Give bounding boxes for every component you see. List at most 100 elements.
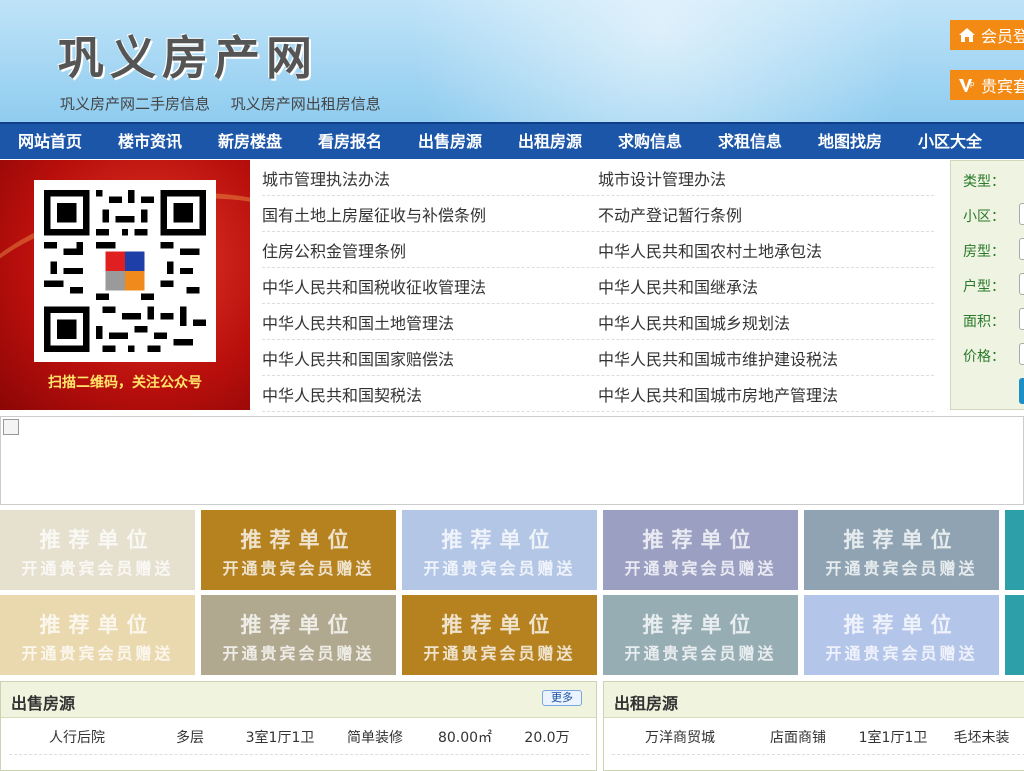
- nav-home[interactable]: 网站首页: [0, 124, 100, 159]
- recommend-tile[interactable]: 推荐单位 开通贵宾会员赠送: [0, 595, 195, 675]
- recommend-tile[interactable]: [1005, 595, 1024, 675]
- news-link[interactable]: 国有土地上房屋征收与补偿条例: [262, 202, 598, 226]
- listing-building-type: 多层: [176, 729, 204, 746]
- sale-panel-header: 出售房源 更多: [1, 682, 596, 718]
- tile-subtitle: 开通贵宾会员赠送: [222, 644, 375, 663]
- svg-text:ip: ip: [968, 80, 975, 88]
- list-item: 城市管理执法办法 城市设计管理办法: [262, 160, 934, 196]
- policy-news-list: 城市管理执法办法 城市设计管理办法 国有土地上房屋征收与补偿条例 不动产登记暂行…: [250, 160, 940, 412]
- listing-building-type: 店面商铺: [770, 729, 826, 746]
- member-login-label: 会员登: [981, 27, 1024, 46]
- search-community-label: 小区：: [963, 209, 1005, 225]
- ad-banner-placeholder[interactable]: [0, 416, 1024, 505]
- nav-market-news[interactable]: 楼市资讯: [100, 124, 200, 159]
- link-rental-info[interactable]: 巩义房产网出租房信息: [231, 95, 381, 113]
- nav-map-search[interactable]: 地图找房: [800, 124, 900, 159]
- nav-for-rent[interactable]: 出租房源: [500, 124, 600, 159]
- tile-title: 推荐单位: [843, 613, 960, 637]
- tile-subtitle: 开通贵宾会员赠送: [21, 644, 174, 663]
- listing-community[interactable]: 万洋商贸城: [612, 727, 748, 747]
- nav-more[interactable]: 中: [1000, 124, 1024, 159]
- news-link[interactable]: 中华人民共和国城市房地产管理法: [598, 382, 934, 406]
- recommend-tile[interactable]: 推荐单位开通贵宾会员赠送: [402, 510, 597, 590]
- nav-for-sale[interactable]: 出售房源: [400, 124, 500, 159]
- search-price-select[interactable]: [1019, 343, 1024, 365]
- news-link[interactable]: 住房公积金管理条例: [262, 238, 598, 262]
- vip-package-label: 贵宾套: [981, 77, 1024, 96]
- search-room-type-label: 房型：: [963, 244, 1005, 260]
- broken-image-icon: [3, 419, 19, 435]
- recommend-tile[interactable]: 推荐单位开通贵宾会员赠送: [402, 595, 597, 675]
- nav-new-homes[interactable]: 新房楼盘: [200, 124, 300, 159]
- rent-panel-header: 出租房源: [604, 682, 1024, 718]
- recommend-tile[interactable]: 推荐单位开通贵宾会员赠送: [603, 595, 798, 675]
- tile-subtitle: 开通贵宾会员赠送: [624, 644, 777, 663]
- qr-caption: 扫描二维码，关注公众号: [48, 375, 202, 391]
- member-login-button[interactable]: 会员登: [950, 20, 1024, 50]
- tile-title: 推荐单位: [240, 528, 357, 552]
- news-link[interactable]: 中华人民共和国契税法: [262, 382, 598, 406]
- sale-more-button[interactable]: 更多: [542, 690, 582, 706]
- tile-subtitle: 开通贵宾会员赠送: [222, 559, 375, 578]
- news-link[interactable]: 中华人民共和国继承法: [598, 274, 934, 298]
- news-link[interactable]: 中华人民共和国土地管理法: [262, 310, 598, 334]
- tile-title: 推荐单位: [642, 613, 759, 637]
- search-area-select[interactable]: [1019, 308, 1024, 330]
- site-logo-title[interactable]: 巩义房产网: [58, 22, 318, 88]
- list-item: 中华人民共和国契税法 中华人民共和国城市房地产管理法: [262, 376, 934, 412]
- news-link[interactable]: 中华人民共和国城市维护建设税法: [598, 346, 934, 370]
- search-community-input[interactable]: [1019, 203, 1024, 225]
- sale-listings-panel: 出售房源 更多 人行后院 多层 3室1厅1卫 简单装修 80.00㎡ 20.0万: [0, 681, 597, 771]
- news-link[interactable]: 中华人民共和国城乡规划法: [598, 310, 934, 334]
- tile-subtitle: 开通贵宾会员赠送: [423, 644, 576, 663]
- list-item: 中华人民共和国国家赔偿法 中华人民共和国城市维护建设税法: [262, 340, 934, 376]
- list-item: 中华人民共和国税收征收管理法 中华人民共和国继承法: [262, 268, 934, 304]
- news-link[interactable]: 中华人民共和国税收征收管理法: [262, 274, 598, 298]
- recommend-tile[interactable]: 推荐单位 开通贵宾会员赠送: [201, 595, 396, 675]
- listing-price: 20.0万: [524, 729, 570, 746]
- qr-code-image: [34, 180, 216, 362]
- tile-subtitle: 开通贵宾会员赠送: [825, 559, 978, 578]
- link-second-hand-info[interactable]: 巩义房产网二手房信息: [60, 95, 210, 113]
- header-decoration: [380, 0, 1024, 122]
- recommend-tile[interactable]: 推荐单位开通贵宾会员赠送: [804, 510, 999, 590]
- tile-subtitle: 开通贵宾会员赠送: [21, 559, 174, 578]
- tile-title: 推荐单位: [843, 528, 960, 552]
- recommend-tile[interactable]: 推荐单位开通贵宾会员赠送: [201, 510, 396, 590]
- qr-code-banner[interactable]: 扫描二维码，关注公众号: [0, 160, 250, 410]
- search-layout-select[interactable]: [1019, 273, 1024, 295]
- news-link[interactable]: 城市设计管理办法: [598, 166, 934, 190]
- tile-title: 推荐单位: [441, 613, 558, 637]
- header-sub-links: 巩义房产网二手房信息 巩义房产网出租房信息: [60, 93, 397, 114]
- table-row[interactable]: 万洋商贸城 店面商铺 1室1厅1卫 毛坯未装: [612, 719, 1024, 755]
- site-header: 巩义房产网 巩义房产网二手房信息 巩义房产网出租房信息 会员登 ip 贵宾套: [0, 0, 1024, 122]
- tile-title: 推荐单位: [441, 528, 558, 552]
- listing-layout: 3室1厅1卫: [245, 729, 315, 746]
- listing-community[interactable]: 人行后院: [9, 727, 145, 747]
- vip-icon: ip: [959, 79, 975, 92]
- table-row[interactable]: 人行后院 多层 3室1厅1卫 简单装修 80.00㎡ 20.0万: [9, 719, 589, 755]
- news-link[interactable]: 城市管理执法办法: [262, 166, 598, 190]
- nav-communities[interactable]: 小区大全: [900, 124, 1000, 159]
- recommend-tile[interactable]: 推荐单位 开通贵宾会员赠送: [0, 510, 195, 590]
- search-button[interactable]: [1019, 378, 1024, 404]
- search-area-label: 面积：: [963, 314, 1005, 330]
- listing-decoration: 简单装修: [347, 729, 403, 746]
- tile-title: 推荐单位: [642, 528, 759, 552]
- search-room-type-select[interactable]: [1019, 238, 1024, 260]
- news-link[interactable]: 中华人民共和国国家赔偿法: [262, 346, 598, 370]
- vip-package-button[interactable]: ip 贵宾套: [950, 70, 1024, 100]
- news-link[interactable]: 中华人民共和国农村土地承包法: [598, 238, 934, 262]
- nav-want-to-rent[interactable]: 求租信息: [700, 124, 800, 159]
- main-nav: 网站首页 楼市资讯 新房楼盘 看房报名 出售房源 出租房源 求购信息 求租信息 …: [0, 122, 1024, 159]
- news-link[interactable]: 不动产登记暂行条例: [598, 202, 934, 226]
- listing-area: 80.00㎡: [437, 729, 493, 746]
- recommend-tile[interactable]: 推荐单位开通贵宾会员赠送: [603, 510, 798, 590]
- nav-want-to-buy[interactable]: 求购信息: [600, 124, 700, 159]
- tile-subtitle: 开通贵宾会员赠送: [423, 559, 576, 578]
- tile-subtitle: 开通贵宾会员赠送: [624, 559, 777, 578]
- recommend-tile[interactable]: 推荐单位 开通贵宾会员赠送: [804, 595, 999, 675]
- recommend-tile[interactable]: [1005, 510, 1024, 590]
- rent-listings-panel: 出租房源 万洋商贸城 店面商铺 1室1厅1卫 毛坯未装: [603, 681, 1024, 771]
- nav-viewing-signup[interactable]: 看房报名: [300, 124, 400, 159]
